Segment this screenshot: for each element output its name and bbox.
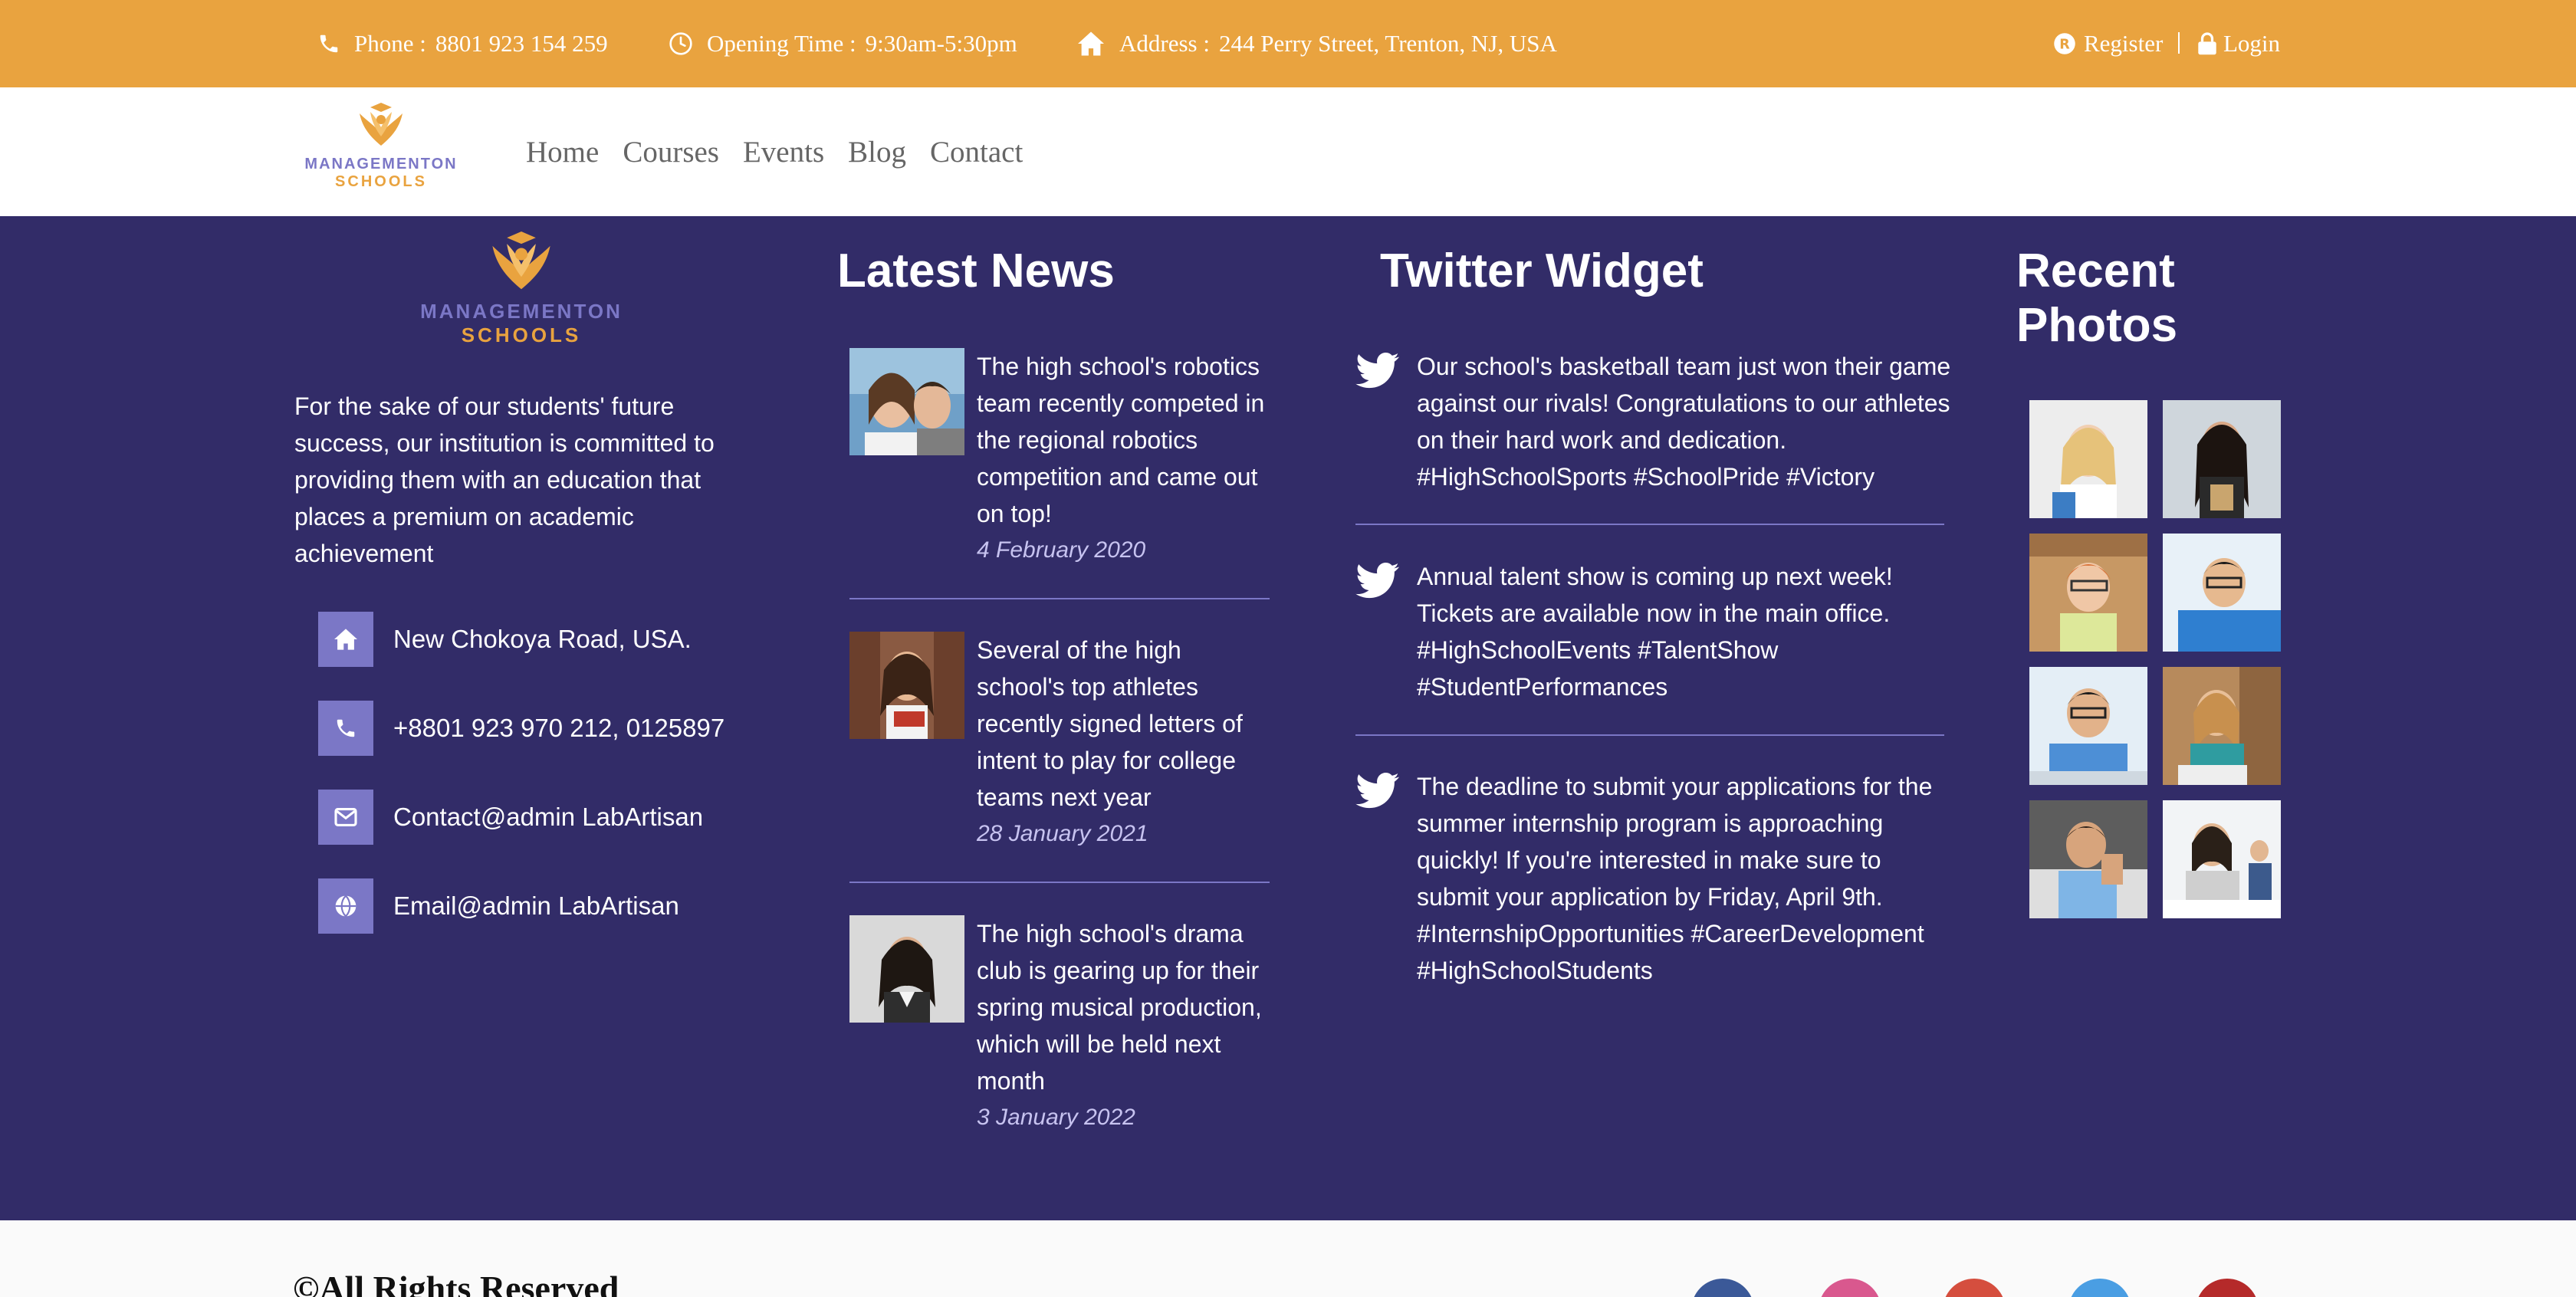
news-divider: [849, 882, 1270, 883]
logo-text-line1: MANAGEMENTON: [304, 156, 458, 172]
tweet-item[interactable]: Annual talent show is coming up next wee…: [1355, 558, 1946, 701]
tweet-text: Our school's basketball team just won th…: [1417, 353, 1951, 491]
recent-photo[interactable]: [2163, 667, 2281, 785]
recent-photo[interactable]: [2163, 800, 2281, 918]
tweet-text: The deadline to submit your applications…: [1417, 773, 1933, 984]
main-navbar: MANAGEMENTON SCHOOLS Home Courses Events…: [0, 87, 2576, 216]
recent-photos-title: Recent Photos: [2016, 244, 2177, 353]
news-date: 28 January 2021: [977, 821, 1148, 846]
login-label: Login: [2223, 30, 2281, 57]
opening-time-info: Opening Time : 9:30am-5:30pm: [669, 0, 1017, 87]
nav-item-blog[interactable]: Blog: [848, 135, 906, 169]
news-headline[interactable]: The high school's drama club is gearing …: [977, 915, 1276, 1099]
login-link[interactable]: Login: [2197, 0, 2280, 87]
top-info-bar: Phone : 8801 923 154 259 Opening Time : …: [0, 0, 2576, 87]
phone-label: Phone :: [354, 30, 426, 57]
recent-photos-title-line1: Recent: [2016, 245, 2175, 297]
address-info: Address : 244 Perry Street, Trenton, NJ,…: [1076, 0, 1557, 87]
footer-logo-line2: SCHOOLS: [461, 323, 582, 346]
pinterest-icon[interactable]: [2196, 1279, 2259, 1297]
site-logo[interactable]: MANAGEMENTON SCHOOLS: [301, 103, 462, 202]
contact-web-text: Email@admin LabArtisan: [393, 891, 679, 920]
news-date: 3 January 2022: [977, 1105, 1135, 1130]
address-value: 244 Perry Street, Trenton, NJ, USA: [1218, 30, 1557, 57]
home-icon: [318, 612, 373, 667]
footer-logo-line1: MANAGEMENTON: [420, 300, 623, 323]
register-link[interactable]: R Register: [2053, 0, 2163, 87]
twitter-icon: [1355, 773, 1399, 809]
contact-address: New Chokoya Road, USA.: [318, 612, 692, 667]
contact-email: Contact@admin LabArtisan: [318, 790, 703, 845]
registered-icon: R: [2054, 33, 2075, 54]
tweet-item[interactable]: Our school's basketball team just won th…: [1355, 348, 1950, 491]
opening-time-value: 9:30am-5:30pm: [865, 30, 1017, 57]
topbar-separator: [2178, 32, 2180, 54]
footer-logo[interactable]: MANAGEMENTON SCHOOLS: [399, 231, 644, 347]
recent-photo[interactable]: [2163, 534, 2281, 652]
contact-address-text: New Chokoya Road, USA.: [393, 625, 692, 653]
instagram-icon[interactable]: [1819, 1279, 1881, 1297]
logo-text-line2: SCHOOLS: [335, 173, 427, 190]
clock-icon: [669, 32, 692, 55]
address-label: Address :: [1119, 30, 1210, 57]
nav-item-contact[interactable]: Contact: [930, 135, 1023, 169]
home-icon: [1078, 31, 1104, 56]
nav-item-courses[interactable]: Courses: [623, 135, 719, 169]
recent-photo[interactable]: [2029, 667, 2147, 785]
recent-photo[interactable]: [2029, 534, 2147, 652]
news-thumbnail[interactable]: [849, 632, 964, 739]
globe-icon: [318, 878, 373, 934]
contact-phone-text: +8801 923 970 212, 0125897: [393, 714, 725, 742]
news-thumbnail[interactable]: [849, 915, 964, 1023]
google-plus-icon[interactable]: [1943, 1279, 2006, 1297]
logo-emblem-icon: [492, 231, 550, 290]
news-date: 4 February 2020: [977, 537, 1146, 563]
news-headline[interactable]: The high school's robotics team recently…: [977, 348, 1276, 532]
recent-photo[interactable]: [2029, 800, 2147, 918]
opening-time-label: Opening Time :: [707, 30, 856, 57]
facebook-icon[interactable]: [1691, 1279, 1754, 1297]
twitter-widget-title: Twitter Widget: [1380, 245, 1704, 297]
latest-news-title: Latest News: [837, 245, 1115, 297]
twitter-icon: [1355, 353, 1399, 389]
recent-photo[interactable]: [2163, 400, 2281, 518]
tweet-item[interactable]: The deadline to submit your applications…: [1355, 768, 1946, 990]
envelope-icon: [318, 790, 373, 845]
copyright-text: ©All Rights Reserved: [293, 1269, 619, 1297]
footer-widgets: MANAGEMENTON SCHOOLS For the sake of our…: [0, 216, 2576, 1220]
news-thumbnail[interactable]: [849, 348, 964, 455]
contact-phone: +8801 923 970 212, 0125897: [318, 701, 724, 756]
phone-info: Phone : 8801 923 154 259: [317, 0, 608, 87]
nav-menu: Home Courses Events Blog Contact: [526, 87, 1046, 216]
phone-icon: [318, 701, 373, 756]
phone-value: 8801 923 154 259: [435, 30, 608, 57]
about-description: For the sake of our students' future suc…: [294, 392, 715, 567]
logo-emblem-icon: [360, 103, 402, 146]
news-divider: [849, 598, 1270, 599]
tweet-divider: [1355, 524, 1944, 525]
footer-bottom-bar: ©All Rights Reserved: [0, 1220, 2576, 1297]
contact-web: Email@admin LabArtisan: [318, 878, 679, 934]
news-headline[interactable]: Several of the high school's top athlete…: [977, 632, 1276, 816]
recent-photo[interactable]: [2029, 400, 2147, 518]
twitter-icon: [1355, 563, 1399, 599]
contact-email-text: Contact@admin LabArtisan: [393, 803, 704, 831]
nav-item-events[interactable]: Events: [743, 135, 824, 169]
lock-icon: [2198, 32, 2216, 55]
phone-icon: [320, 34, 338, 53]
svg-text:R: R: [2059, 37, 2070, 52]
twitter-social-icon[interactable]: [2068, 1279, 2131, 1297]
tweet-divider: [1355, 734, 1944, 736]
recent-photos-title-line2: Photos: [2016, 299, 2178, 352]
register-label: Register: [2084, 30, 2164, 57]
tweet-text: Annual talent show is coming up next wee…: [1417, 563, 1893, 701]
nav-item-home[interactable]: Home: [526, 135, 599, 169]
